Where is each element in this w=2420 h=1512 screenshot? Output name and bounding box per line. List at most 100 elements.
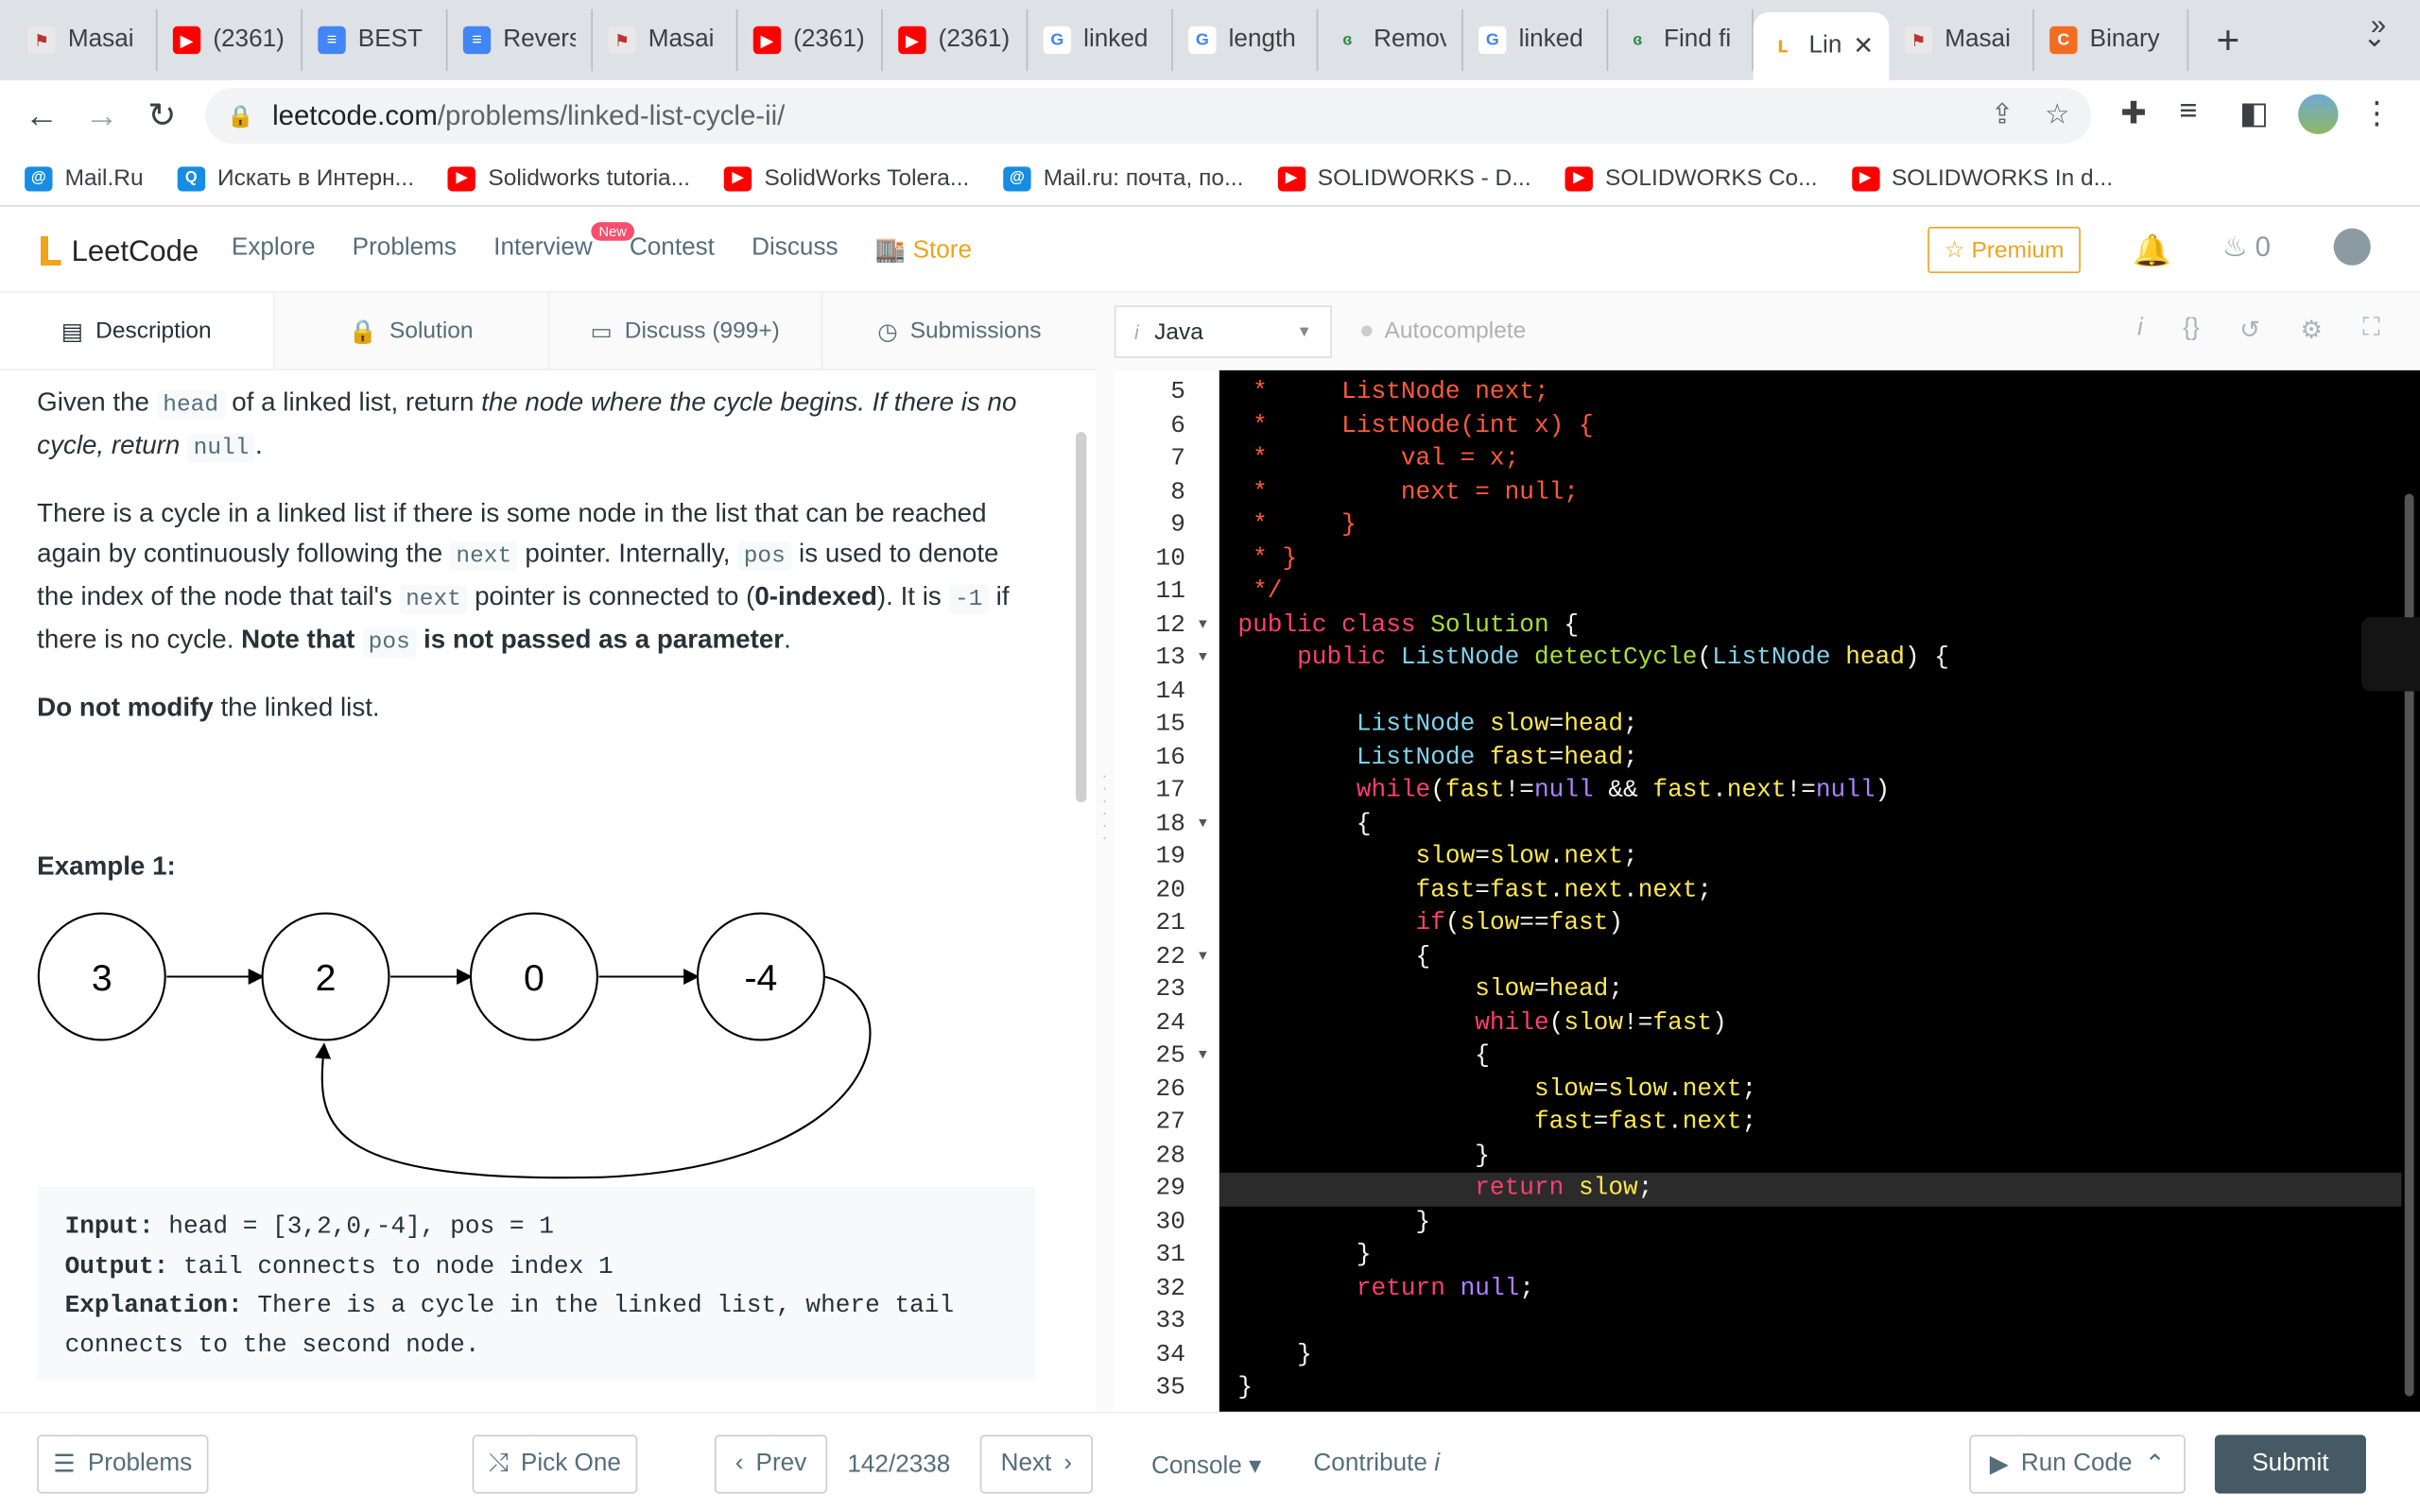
nav-interview[interactable]: Interview	[493, 234, 593, 266]
fold-arrow-icon[interactable]: ▼	[1199, 642, 1207, 675]
play-icon: ▶	[1989, 1452, 2009, 1479]
tab-title: length	[1228, 26, 1296, 53]
user-avatar-icon[interactable]	[2333, 228, 2371, 266]
submit-button[interactable]: Submit	[2214, 1435, 2366, 1494]
autocomplete-toggle[interactable]: Autocomplete	[1361, 318, 1526, 344]
splitter-grip-icon[interactable]: · · · · · ·	[1102, 769, 1107, 847]
profile-avatar[interactable]	[2298, 94, 2339, 135]
browser-tab[interactable]: ɞ Find fi	[1608, 9, 1754, 72]
browser-tab[interactable]: ⚑ Masai	[593, 9, 738, 72]
browser-tab[interactable]: ▶ (2361)	[158, 9, 303, 72]
contribute-button[interactable]: Contribute i	[1313, 1451, 1440, 1478]
browser-tab[interactable]: ▶ (2361)	[883, 9, 1028, 72]
fold-arrow-icon[interactable]: ▼	[1199, 808, 1207, 841]
new-tab-plus-icon[interactable]: +	[2217, 16, 2240, 64]
bookmark-item[interactable]: @ Mail.Ru	[25, 165, 144, 191]
nav-discuss[interactable]: Discuss	[752, 234, 838, 266]
tab-submissions[interactable]: ◷ Submissions	[823, 293, 1097, 369]
chrome-menu-icon[interactable]: ⋮	[2361, 94, 2393, 133]
prev-button[interactable]: ‹ Prev	[714, 1435, 828, 1494]
tab-description[interactable]: ▤ Description	[0, 293, 275, 369]
close-tab-icon[interactable]: ✕	[1853, 31, 1874, 62]
code-token: fast	[1489, 743, 1549, 771]
leetcode-logo[interactable]: ᒪ LeetCode	[37, 229, 199, 277]
code-line: * }	[1237, 542, 1297, 576]
side-panel-icon[interactable]: ◧	[2239, 94, 2269, 133]
extensions-puzzle-icon[interactable]: ✚	[2120, 94, 2146, 133]
nav-problems[interactable]: Problems	[353, 234, 457, 266]
console-button[interactable]: Console ▾	[1151, 1451, 1261, 1482]
tab-solution[interactable]: 🔒 Solution	[274, 293, 549, 369]
language-value: Java	[1154, 318, 1203, 345]
code-token: ;	[1608, 974, 1624, 1004]
browser-tab[interactable]: ᒪ Lin ✕	[1753, 12, 1890, 80]
tab-title: (2361)	[938, 26, 1011, 53]
nav-store[interactable]: 🏬 Store	[875, 234, 972, 266]
bookmark-star-icon[interactable]: ☆	[2045, 98, 2069, 130]
code-token: ;	[1741, 1108, 1757, 1136]
browser-tab-strip: ⚑ Masai ▶ (2361) ≡ BEST I ≡ Revers ⚑ Masai ▶ (2361)…	[0, 0, 2420, 80]
settings-gear-icon[interactable]: ⚙	[2300, 315, 2322, 346]
reload-icon[interactable]: ↻	[131, 95, 193, 135]
fold-arrow-icon[interactable]: ▼	[1199, 609, 1207, 642]
nav-explore[interactable]: Explore	[232, 234, 316, 266]
language-select[interactable]: i Java ▼	[1114, 305, 1333, 358]
text: 0-indexed	[754, 581, 877, 611]
browser-tab[interactable]: ▶ (2361)	[737, 9, 883, 72]
nav-contest[interactable]: Contest	[630, 234, 715, 266]
fold-arrow-icon[interactable]: ▼	[1199, 1040, 1207, 1073]
code-line: }	[1237, 1371, 1253, 1404]
code-token: }	[1237, 1207, 1431, 1235]
code-token: .	[1668, 1108, 1683, 1136]
browser-tab[interactable]: C Binary	[2034, 9, 2189, 72]
fold-arrow-icon[interactable]: ▼	[1199, 940, 1207, 973]
bookmark-item[interactable]: ▶ SOLIDWORKS In d...	[1851, 165, 2113, 191]
code-token: }	[1237, 1339, 1312, 1368]
notification-bell-icon[interactable]: 🔔	[2133, 232, 2171, 270]
code-editor[interactable]: * ListNode next; * ListNode(int x) { * v…	[1219, 369, 2420, 1412]
back-arrow-icon[interactable]: ←	[10, 95, 72, 135]
bookmarks-overflow-icon[interactable]: »	[2371, 9, 2386, 42]
editor-toolbar: i Java ▼ Autocomplete i {} ↺ ⚙ ⛶	[1114, 293, 2420, 370]
forward-arrow-icon[interactable]: →	[71, 95, 132, 135]
code-token: ;	[1697, 875, 1713, 903]
problems-button[interactable]: ☰ Problems	[37, 1435, 209, 1494]
panel-splitter[interactable]	[1096, 293, 1115, 1412]
browser-tab[interactable]: ≡ BEST I	[302, 9, 448, 72]
premium-button[interactable]: ☆ Premium	[1927, 227, 2081, 273]
browser-tab[interactable]: ⚑ Masai	[1889, 9, 2034, 72]
description-scrollbar[interactable]	[1075, 432, 1087, 803]
run-code-button[interactable]: ▶ Run Code ⌃	[1969, 1435, 2186, 1494]
tab-discuss[interactable]: ▭ Discuss (999+)	[548, 293, 823, 369]
fullscreen-icon[interactable]: ⛶	[2362, 315, 2379, 346]
side-panel-handle[interactable]	[2361, 617, 2420, 692]
pick-one-button[interactable]: ⤭ Pick One	[472, 1435, 638, 1494]
bookmark-item[interactable]: Q Искать в Интерн...	[177, 165, 414, 191]
code-token: ListNode	[1400, 643, 1534, 672]
code-token: null	[1533, 776, 1594, 804]
media-queue-icon[interactable]: ≡	[2179, 94, 2197, 130]
bookmark-item[interactable]: ▶ SOLIDWORKS Co...	[1564, 165, 1818, 191]
bookmark-item[interactable]: ▶ SolidWorks Tolera...	[724, 165, 969, 191]
browser-tab[interactable]: Glength	[1173, 9, 1319, 72]
bookmark-item[interactable]: ▶ Solidworks tutoria...	[447, 165, 690, 191]
address-bar[interactable]: 🔒 leetcode.com/problems/linked-list-cycl…	[205, 88, 2092, 144]
info-icon[interactable]: i	[2137, 315, 2143, 346]
share-icon[interactable]: ⇪	[1991, 98, 2014, 130]
browser-tab[interactable]: ≡ Revers	[447, 9, 593, 72]
braces-icon[interactable]: {}	[2183, 315, 2199, 346]
browser-tab[interactable]: Glinked	[1463, 9, 1609, 72]
reset-icon[interactable]: ↺	[2239, 315, 2260, 346]
bookmark-item[interactable]: @ Mail.ru: почта, по...	[1003, 165, 1243, 191]
bookmark-item[interactable]: ▶ SOLIDWORKS - D...	[1277, 164, 1531, 192]
streak-flame[interactable]: ♨ 0	[2222, 232, 2271, 264]
browser-tab[interactable]: Glinked	[1028, 9, 1173, 72]
browser-tab[interactable]: ɞ Remov	[1318, 9, 1463, 72]
list-icon: ☰	[53, 1452, 76, 1479]
inline-code: -1	[948, 584, 989, 614]
next-button[interactable]: Next ›	[979, 1435, 1093, 1494]
bookmark-label: SOLIDWORKS - D...	[1317, 164, 1531, 192]
line-number: 17	[1155, 776, 1185, 804]
browser-tab[interactable]: ⚑ Masai	[12, 9, 158, 72]
